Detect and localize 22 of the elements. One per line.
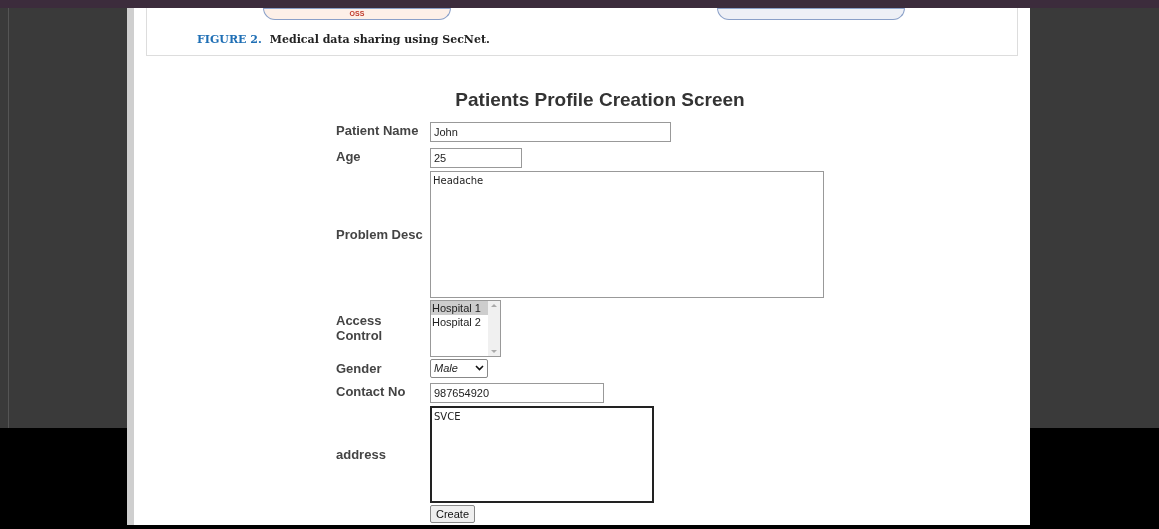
input-field[interactable]: John bbox=[430, 121, 671, 142]
field-label: address bbox=[336, 446, 387, 462]
list-option[interactable]: Hospital 2 bbox=[431, 314, 488, 329]
field-label: Contact No bbox=[336, 384, 407, 399]
field-label: Age bbox=[336, 149, 362, 164]
text-area[interactable]: SVCE bbox=[430, 405, 654, 503]
dropdown[interactable]: Male bbox=[430, 358, 488, 378]
field-label: Problem Desc bbox=[336, 226, 424, 242]
figure-label: FIGURE 2. bbox=[197, 32, 262, 48]
field-label: Gender bbox=[336, 360, 383, 376]
chevron-down-icon bbox=[475, 365, 484, 371]
form-title: Patients Profile Creation Screen bbox=[455, 88, 745, 112]
list-box[interactable]: Hospital 1 Hospital 2 bbox=[430, 299, 501, 357]
input-field[interactable]: 25 bbox=[430, 147, 522, 168]
input-field[interactable]: 987654920 bbox=[430, 382, 604, 403]
field-label: Access Control bbox=[336, 313, 384, 343]
list-option[interactable]: Hospital 1 bbox=[431, 300, 488, 315]
scrollbar[interactable] bbox=[488, 300, 500, 356]
field-label: Patient Name bbox=[336, 123, 420, 138]
text-area[interactable]: Headache bbox=[430, 170, 824, 298]
figure-caption: Medical data sharing using SecNet. bbox=[269, 32, 490, 48]
create-button[interactable]: Create bbox=[430, 504, 476, 523]
